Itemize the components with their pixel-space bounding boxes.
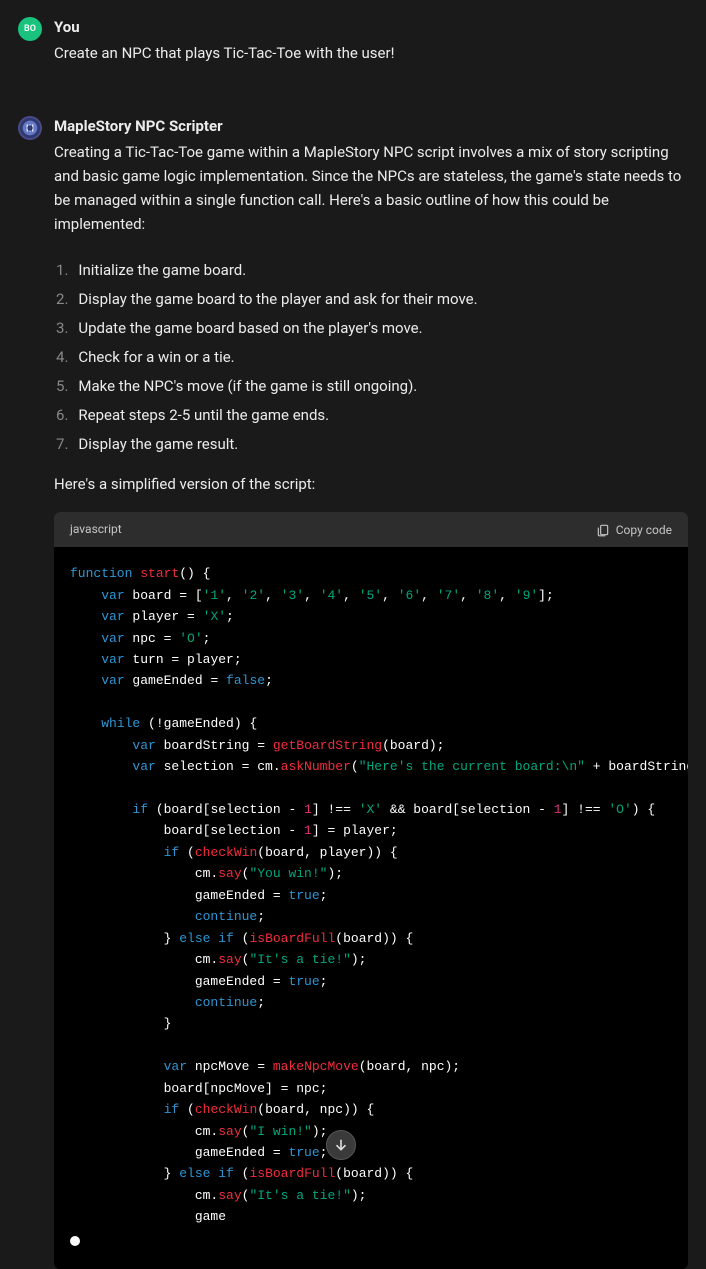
list-number bbox=[56, 287, 68, 311]
scroll-to-bottom-button[interactable] bbox=[326, 1130, 356, 1160]
code-header: javascript Copy code bbox=[54, 512, 688, 547]
steps-list: Initialize the game board. Display the g… bbox=[54, 258, 688, 456]
list-text: Initialize the game board. bbox=[78, 258, 246, 282]
bot-intro: Creating a Tic-Tac-Toe game within a Map… bbox=[54, 140, 688, 236]
list-number bbox=[56, 403, 68, 427]
user-avatar: BO bbox=[18, 17, 42, 41]
copy-label: Copy code bbox=[616, 523, 672, 537]
list-text: Display the game board to the player and… bbox=[78, 287, 477, 311]
bot-name: MapleStory NPC Scripter bbox=[54, 114, 688, 138]
streaming-cursor bbox=[70, 1236, 80, 1246]
list-item: Repeat steps 2-5 until the game ends. bbox=[54, 403, 688, 427]
code-block: javascript Copy code function start() { … bbox=[54, 512, 688, 1269]
list-item: Display the game board to the player and… bbox=[54, 287, 688, 311]
list-item: Display the game result. bbox=[54, 432, 688, 456]
list-item: Update the game board based on the playe… bbox=[54, 316, 688, 340]
list-item: Initialize the game board. bbox=[54, 258, 688, 282]
list-number bbox=[56, 345, 68, 369]
list-number bbox=[56, 432, 68, 456]
clipboard-icon bbox=[596, 523, 610, 537]
bot-message: MapleStory NPC Scripter Creating a Tic-T… bbox=[0, 99, 706, 1269]
list-text: Check for a win or a tie. bbox=[78, 345, 234, 369]
copy-code-button[interactable]: Copy code bbox=[596, 523, 672, 537]
bot-avatar-icon bbox=[19, 117, 41, 139]
list-item: Check for a win or a tie. bbox=[54, 345, 688, 369]
bot-precode: Here's a simplified version of the scrip… bbox=[54, 472, 688, 496]
list-text: Make the NPC's move (if the game is stil… bbox=[78, 374, 417, 398]
list-item: Make the NPC's move (if the game is stil… bbox=[54, 374, 688, 398]
list-number bbox=[56, 258, 68, 282]
arrow-down-icon bbox=[333, 1137, 349, 1153]
list-text: Repeat steps 2-5 until the game ends. bbox=[78, 403, 329, 427]
user-text: Create an NPC that plays Tic-Tac-Toe wit… bbox=[54, 41, 688, 65]
list-text: Update the game board based on the playe… bbox=[78, 316, 422, 340]
user-name: You bbox=[54, 15, 688, 39]
code-content[interactable]: function start() { var board = ['1', '2'… bbox=[54, 547, 688, 1269]
list-number bbox=[56, 374, 68, 398]
user-message-content: You Create an NPC that plays Tic-Tac-Toe… bbox=[54, 15, 688, 65]
code-language: javascript bbox=[70, 520, 122, 539]
bot-message-content: MapleStory NPC Scripter Creating a Tic-T… bbox=[54, 114, 688, 1269]
list-text: Display the game result. bbox=[78, 432, 238, 456]
list-number bbox=[56, 316, 68, 340]
user-message: BO You Create an NPC that plays Tic-Tac-… bbox=[0, 0, 706, 65]
bot-avatar bbox=[18, 116, 42, 140]
